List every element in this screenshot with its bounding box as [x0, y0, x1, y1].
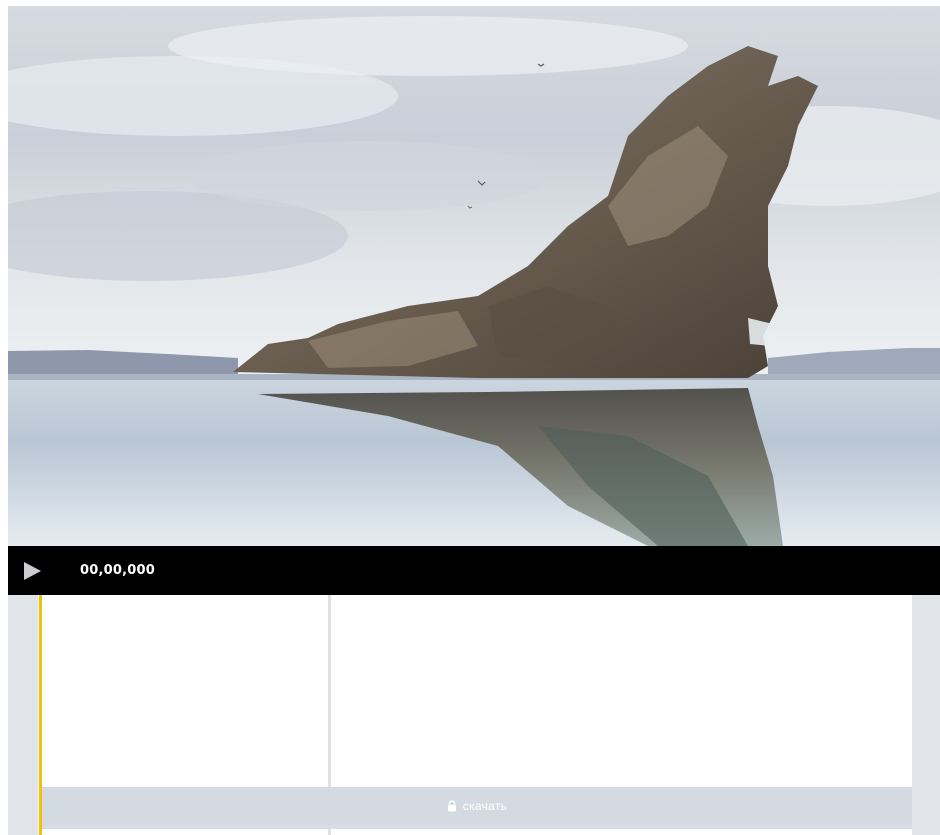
timeline-segment[interactable] — [42, 595, 328, 787]
timeline-editor: скачать — [8, 595, 940, 835]
track-gutter-right — [912, 595, 940, 835]
video-still-image — [8, 6, 940, 546]
timecode-display: 00,00,000 — [80, 563, 155, 578]
download-button-content: скачать — [42, 787, 912, 825]
timeline-segment[interactable] — [331, 595, 912, 787]
playhead-marker[interactable] — [39, 595, 42, 835]
video-frame[interactable] — [8, 6, 940, 546]
timeline-bottom-border — [42, 825, 912, 829]
download-label: скачать — [462, 799, 508, 813]
play-icon — [24, 562, 41, 580]
track-gutter-left — [8, 595, 38, 835]
play-button[interactable] — [20, 559, 44, 583]
player-controls-bar: 00,00,000 — [8, 546, 940, 595]
video-editor-page: 00,00,000 скачать — [0, 0, 940, 835]
lock-icon — [447, 800, 457, 812]
download-button[interactable]: скачать — [42, 787, 912, 825]
